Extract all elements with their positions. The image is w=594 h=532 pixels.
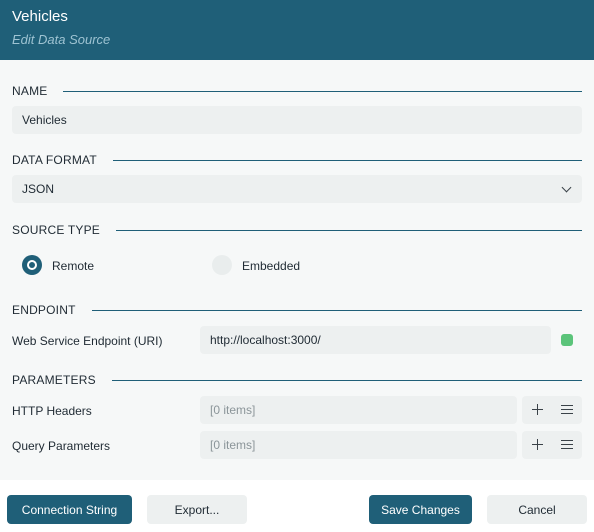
plus-icon[interactable] bbox=[522, 396, 552, 424]
http-headers-field[interactable]: [0 items] bbox=[200, 396, 517, 424]
section-data-format-label: DATA FORMAT bbox=[12, 153, 97, 167]
section-name: NAME bbox=[12, 83, 582, 99]
data-format-selected: JSON bbox=[22, 182, 55, 196]
menu-icon[interactable] bbox=[552, 396, 582, 424]
dialog-header: Vehicles Edit Data Source bbox=[0, 0, 594, 60]
radio-remote-label[interactable]: Remote bbox=[52, 259, 94, 273]
section-divider bbox=[116, 229, 582, 231]
radio-embedded-label[interactable]: Embedded bbox=[242, 259, 300, 273]
section-divider bbox=[91, 309, 582, 311]
section-source-type-label: SOURCE TYPE bbox=[12, 223, 100, 237]
plus-icon[interactable] bbox=[522, 431, 552, 459]
section-divider bbox=[111, 379, 582, 381]
dialog-subtitle: Edit Data Source bbox=[12, 32, 111, 47]
section-parameters: PARAMETERS bbox=[12, 372, 582, 388]
section-data-format: DATA FORMAT bbox=[12, 152, 582, 168]
endpoint-input[interactable]: http://localhost:3000/ bbox=[200, 326, 551, 354]
section-parameters-label: PARAMETERS bbox=[12, 373, 96, 387]
menu-icon[interactable] bbox=[552, 431, 582, 459]
data-format-select[interactable]: JSON bbox=[12, 175, 582, 203]
section-divider bbox=[112, 159, 582, 161]
radio-remote[interactable] bbox=[22, 255, 42, 275]
endpoint-status-indicator bbox=[561, 334, 573, 346]
connection-string-button[interactable]: Connection String bbox=[7, 495, 132, 524]
dialog-title: Vehicles bbox=[12, 8, 68, 25]
name-input[interactable]: Vehicles bbox=[12, 106, 582, 134]
query-parameters-label: Query Parameters bbox=[12, 439, 111, 453]
section-endpoint-label: ENDPOINT bbox=[12, 303, 76, 317]
http-headers-label: HTTP Headers bbox=[12, 404, 92, 418]
form-panel: NAME Vehicles DATA FORMAT JSON SOURCE TY… bbox=[0, 60, 594, 480]
cancel-button[interactable]: Cancel bbox=[487, 495, 587, 524]
dialog-footer: Connection String Export... Save Changes… bbox=[0, 480, 594, 532]
query-parameters-actions bbox=[522, 431, 582, 459]
http-headers-actions bbox=[522, 396, 582, 424]
endpoint-label: Web Service Endpoint (URI) bbox=[12, 334, 163, 348]
export-button[interactable]: Export... bbox=[147, 495, 247, 524]
radio-embedded[interactable] bbox=[212, 255, 232, 275]
section-source-type: SOURCE TYPE bbox=[12, 222, 582, 238]
section-endpoint: ENDPOINT bbox=[12, 302, 582, 318]
save-changes-button[interactable]: Save Changes bbox=[369, 495, 472, 524]
section-divider bbox=[63, 90, 582, 92]
query-parameters-field[interactable]: [0 items] bbox=[200, 431, 517, 459]
section-name-label: NAME bbox=[12, 84, 48, 98]
chevron-down-icon bbox=[561, 182, 572, 193]
